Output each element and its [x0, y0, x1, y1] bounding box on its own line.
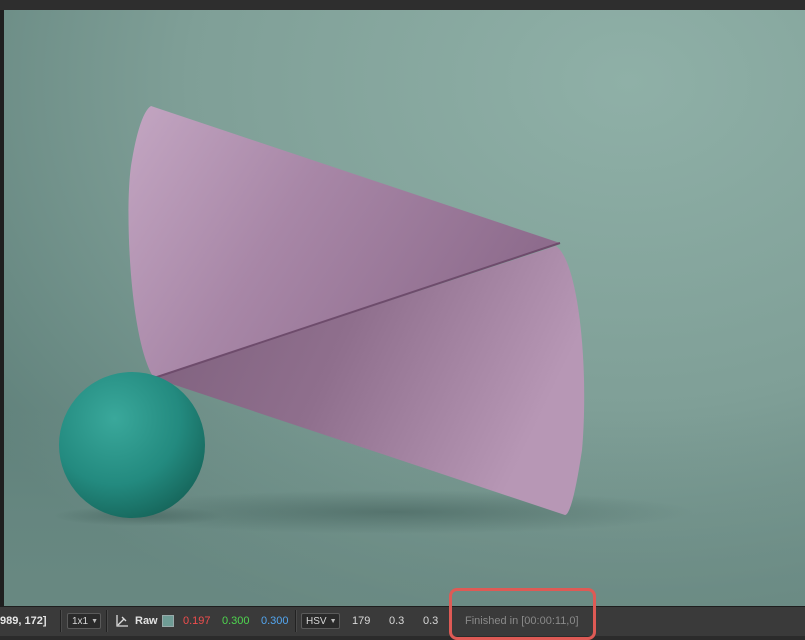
eyedropper-icon[interactable] [114, 613, 130, 629]
divider [106, 610, 108, 632]
color-swatch [162, 615, 174, 627]
highlight-box [449, 588, 596, 640]
divider [295, 610, 297, 632]
chevron-down-icon: ▼ [329, 618, 337, 625]
zoom-ratio-dropdown[interactable]: 1x1 ▼ [67, 613, 101, 629]
teal-sphere [59, 372, 205, 518]
window-top-strip [0, 0, 805, 10]
viewer-statusbar: 989, 172] 1x1 ▼ Raw 0.197 0.300 0.300 HSV… [0, 606, 805, 636]
divider [60, 610, 62, 632]
green-channel-value: 0.300 [222, 615, 250, 627]
pixel-coordinates: 989, 172] [0, 615, 47, 627]
saturation-value: 0.3 [389, 615, 405, 627]
red-channel-value: 0.197 [183, 615, 211, 627]
render-viewport[interactable] [4, 10, 805, 606]
value-value: 0.3 [423, 615, 439, 627]
color-mode-label: Raw [135, 615, 158, 627]
chevron-down-icon: ▼ [91, 618, 99, 625]
blue-channel-value: 0.300 [261, 615, 289, 627]
zoom-ratio-value: 1x1 [72, 616, 89, 627]
color-space-dropdown[interactable]: HSV ▼ [301, 613, 340, 629]
render-image [4, 10, 805, 606]
hue-value: 179 [352, 615, 371, 627]
color-space-value: HSV [306, 616, 327, 627]
